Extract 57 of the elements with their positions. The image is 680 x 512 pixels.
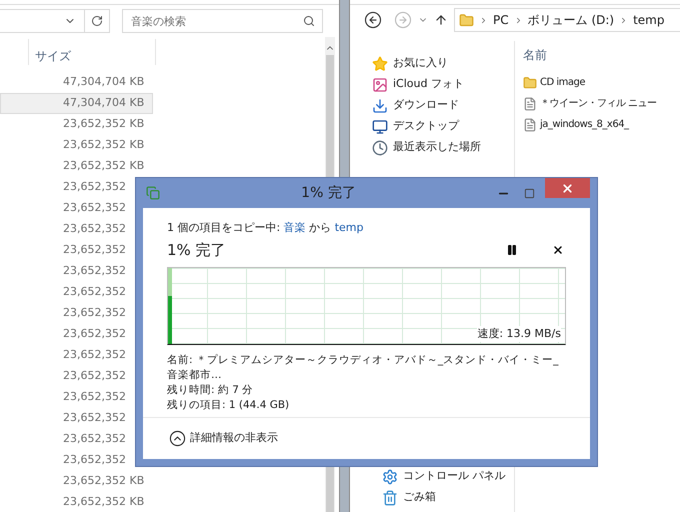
search-field[interactable]: 音楽の検索 <box>122 9 323 33</box>
file-item[interactable]: ＊ウイーン・フィル ニュー <box>523 93 680 114</box>
file-size-cell[interactable]: 23,652,352 KB <box>0 156 153 177</box>
dialog-title: 1% 完了 <box>300 184 357 202</box>
desktop-icon <box>372 118 388 134</box>
nav-item[interactable]: お気に入り <box>370 53 514 74</box>
detail-text: 残り時間: 約 7 分 <box>167 383 254 398</box>
maximize-icon[interactable] <box>524 188 535 198</box>
pause-icon[interactable] <box>506 244 518 256</box>
refresh-icon[interactable] <box>91 15 103 27</box>
nav-item[interactable]: ダウンロード <box>370 95 514 116</box>
progress-percent: 1% 完了 <box>167 240 227 260</box>
file-size-cell[interactable]: 47,304,704 KB <box>0 93 153 114</box>
detail-text: 名前: ＊プレミアムシアター～クラウディオ・アバド～_スタンド・バイ・ミー_音楽都市… <box>167 353 560 383</box>
nav-item[interactable]: ごみ箱 <box>380 487 514 508</box>
search-icon <box>303 15 315 27</box>
file-size-cell[interactable]: 23,652,352 KB <box>0 471 153 492</box>
folder-icon <box>523 76 537 90</box>
breadcrumb-item[interactable]: temp <box>633 11 664 29</box>
nav-item[interactable]: コントロール パネル <box>380 466 514 487</box>
file-size-cell[interactable]: 23,652,352 KB <box>0 114 153 135</box>
close-icon <box>561 182 574 194</box>
source-link[interactable]: 音楽 <box>284 221 306 234</box>
cancel-icon[interactable] <box>552 244 564 256</box>
file-size-cell[interactable]: 47,304,704 KB <box>0 72 153 93</box>
target-link[interactable]: temp <box>334 221 364 234</box>
file-size-cell[interactable]: 23,652,352 KB <box>0 135 153 156</box>
photos-icon <box>372 76 388 92</box>
column-header[interactable]: 名前 <box>523 46 680 72</box>
star-icon <box>372 56 388 72</box>
hide-details-button[interactable]: 詳細情報の非表示 <box>169 430 278 447</box>
file-icon <box>523 96 537 110</box>
breadcrumb-item[interactable]: PC <box>493 11 509 29</box>
up-icon[interactable] <box>434 13 448 27</box>
chevron-up-icon <box>169 430 186 447</box>
chevron-right-icon <box>479 16 488 24</box>
nav-item[interactable]: 最近表示した場所 <box>370 137 514 158</box>
nav-item[interactable]: iCloud フォト <box>370 74 514 95</box>
trash-icon <box>382 490 398 506</box>
close-button[interactable] <box>545 178 590 198</box>
settings-icon <box>382 468 398 484</box>
file-icon <box>523 118 537 132</box>
copy-icon <box>146 186 160 200</box>
file-size-cell[interactable]: 23,652,352 KB <box>0 492 153 512</box>
file-item[interactable]: ja_windows_8_x64_ <box>523 114 680 135</box>
breadcrumb-item[interactable]: ボリューム (D:) <box>528 11 614 29</box>
copy-status-text: 1 個の項目をコピー中: 音楽 から temp <box>167 220 364 236</box>
folder-icon <box>459 12 474 28</box>
speed-text: 速度: 13.9 MB/s <box>477 326 561 342</box>
download-icon <box>372 98 388 114</box>
nav-item[interactable]: デスクトップ <box>370 116 514 137</box>
file-item[interactable]: CD image <box>523 72 680 93</box>
clock-icon <box>372 140 388 156</box>
detail-text: 残りの項目: 1 (44.4 GB) <box>167 398 290 413</box>
address-bar[interactable]: PC ボリューム (D:) temp <box>454 8 680 32</box>
back-icon[interactable] <box>364 11 382 29</box>
column-header[interactable]: サイズ <box>29 39 156 65</box>
